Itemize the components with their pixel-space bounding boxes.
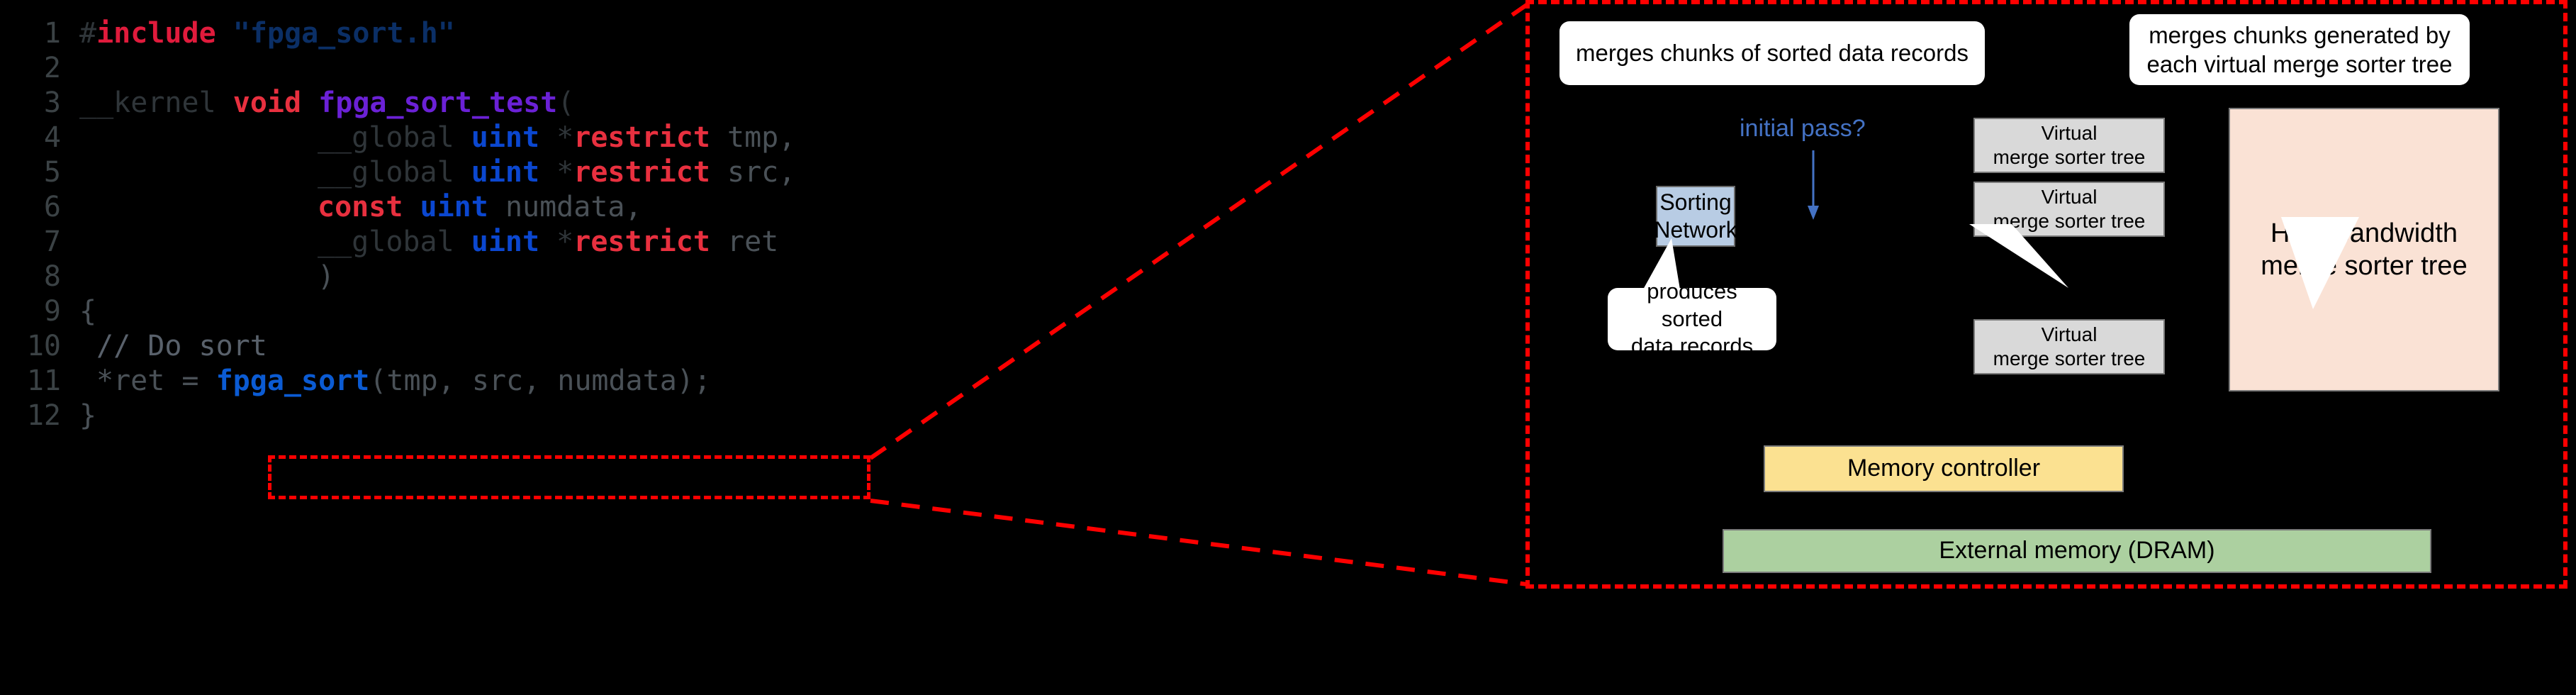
code-token: __global [318, 121, 454, 154]
code-line-text: #include "fpga_sort.h" [79, 13, 455, 54]
code-token: # [79, 17, 97, 50]
code-token: numdata, [505, 191, 642, 223]
code-token: include [96, 17, 216, 50]
callout-merges-chunks-generated-by-each-virtual-merge-sorter-tree: merges chunks generated by each virtual … [2129, 14, 2470, 85]
fpga-sort-call-highlight-box [268, 455, 870, 499]
callout-text: merges chunks of sorted data records [1576, 40, 1969, 67]
code-token: uint [471, 121, 540, 154]
code-token: (tmp, src, numdata); [369, 365, 711, 397]
code-line: 11 *ret = fpga_sort(tmp, src, numdata); [0, 360, 711, 401]
code-token: src, [727, 156, 796, 189]
code-token: restrict [573, 226, 710, 258]
code-line-text: } [79, 395, 96, 436]
callout-text: produces sorted data records [1630, 278, 1754, 359]
code-line-text: ) [79, 256, 335, 297]
code-token: uint [471, 226, 540, 258]
code-token: { [79, 295, 97, 328]
code-token: void [233, 87, 302, 119]
code-token: restrict [573, 121, 710, 154]
code-token: * [539, 121, 574, 154]
code-token: uint [471, 156, 540, 189]
callout-text: merges chunks generated by each virtual … [2146, 21, 2453, 77]
code-token: ( [557, 87, 575, 119]
callout-tail-merge-chunks [1969, 224, 2068, 288]
code-token: * [539, 156, 574, 189]
callout-tail-merge-generated [2281, 217, 2359, 309]
callout-merges-chunks-of-sorted-data-records: merges chunks of sorted data records [1559, 21, 1985, 85]
code-line-number: 12 [26, 399, 61, 432]
code-token: __kernel [79, 87, 216, 119]
code-token: } [79, 399, 97, 432]
callout-produces-sorted-data-records: produces sorted data records [1608, 279, 1776, 358]
code-token: "fpga_sort.h" [233, 17, 455, 50]
code-token: // Do sort [96, 330, 267, 362]
connector-line-top [869, 2, 1529, 460]
code-token: ) [318, 260, 335, 293]
code-token: *ret = [96, 365, 216, 397]
connector-line-bottom [870, 499, 1528, 586]
fpga-architecture-diagram-panel: merges chunks of sorted data records mer… [1525, 0, 2567, 589]
code-token: tmp, [727, 121, 796, 154]
code-token: __global [318, 226, 454, 258]
code-token: __global [318, 156, 454, 189]
code-token: fpga_sort_test [318, 87, 558, 119]
code-token: restrict [573, 156, 710, 189]
code-token: uint [420, 191, 488, 223]
code-line: 12} [0, 395, 96, 436]
code-token: const [318, 191, 403, 223]
code-token: * [539, 226, 574, 258]
code-line-text: *ret = fpga_sort(tmp, src, numdata); [79, 360, 711, 401]
code-token: fpga_sort [215, 365, 370, 397]
code-token: ret [727, 226, 779, 258]
